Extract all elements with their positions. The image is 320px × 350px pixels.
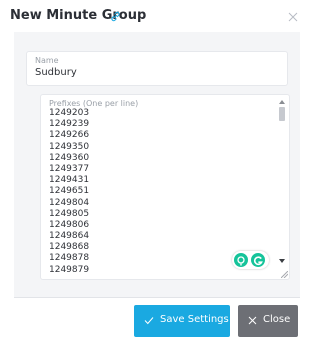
- dialog-header: New Minute Group: [0, 0, 314, 36]
- prefix-line: 1249360: [49, 152, 90, 163]
- prefixes-label: Prefixes (One per line): [49, 99, 139, 108]
- name-label: Name: [35, 56, 59, 65]
- scrollbar-thumb[interactable]: [279, 107, 285, 121]
- prefixes-list: 1249203 1249239 1249266 1249350 1249360 …: [49, 108, 89, 276]
- prefix-line: 1249239: [49, 119, 90, 130]
- prefix-line: 1249203: [49, 108, 90, 118]
- lightbulb-icon[interactable]: [234, 253, 248, 267]
- dialog-title: New Minute Group: [10, 8, 147, 23]
- grammar-widget[interactable]: [232, 251, 269, 269]
- resize-grip-icon[interactable]: [281, 271, 288, 278]
- prefix-line: 1249350: [49, 141, 90, 152]
- grammarly-icon[interactable]: [251, 253, 265, 267]
- name-input[interactable]: Sudbury: [35, 67, 77, 78]
- prefix-line: 1249805: [49, 208, 90, 219]
- save-settings-label: Save Settings: [160, 314, 229, 325]
- prefix-line: 1249804: [49, 197, 90, 208]
- prefix-line: 1249377: [49, 163, 90, 174]
- link-icon[interactable]: [110, 11, 121, 22]
- scroll-up-icon[interactable]: [279, 99, 285, 104]
- prefix-line: 1249879: [49, 264, 90, 275]
- save-settings-button[interactable]: Save Settings: [134, 305, 230, 337]
- footer-divider: [14, 297, 300, 298]
- close-icon[interactable]: [288, 12, 298, 22]
- prefix-line: 1249868: [49, 242, 90, 253]
- close-button[interactable]: Close: [238, 305, 298, 337]
- prefix-line: 1249266: [49, 130, 90, 141]
- prefix-line: 1249431: [49, 175, 90, 186]
- prefix-line: 1249651: [49, 186, 90, 197]
- prefix-line: 1249878: [49, 253, 90, 264]
- prefix-line: 1249864: [49, 231, 90, 242]
- name-field[interactable]: Name Sudbury: [26, 51, 288, 86]
- scroll-down-icon[interactable]: [279, 259, 285, 264]
- textarea-scrollbar[interactable]: [277, 97, 287, 271]
- prefix-line: 1249806: [49, 219, 90, 230]
- close-label: Close: [263, 314, 291, 325]
- check-icon: [144, 317, 154, 325]
- close-icon: [248, 316, 257, 325]
